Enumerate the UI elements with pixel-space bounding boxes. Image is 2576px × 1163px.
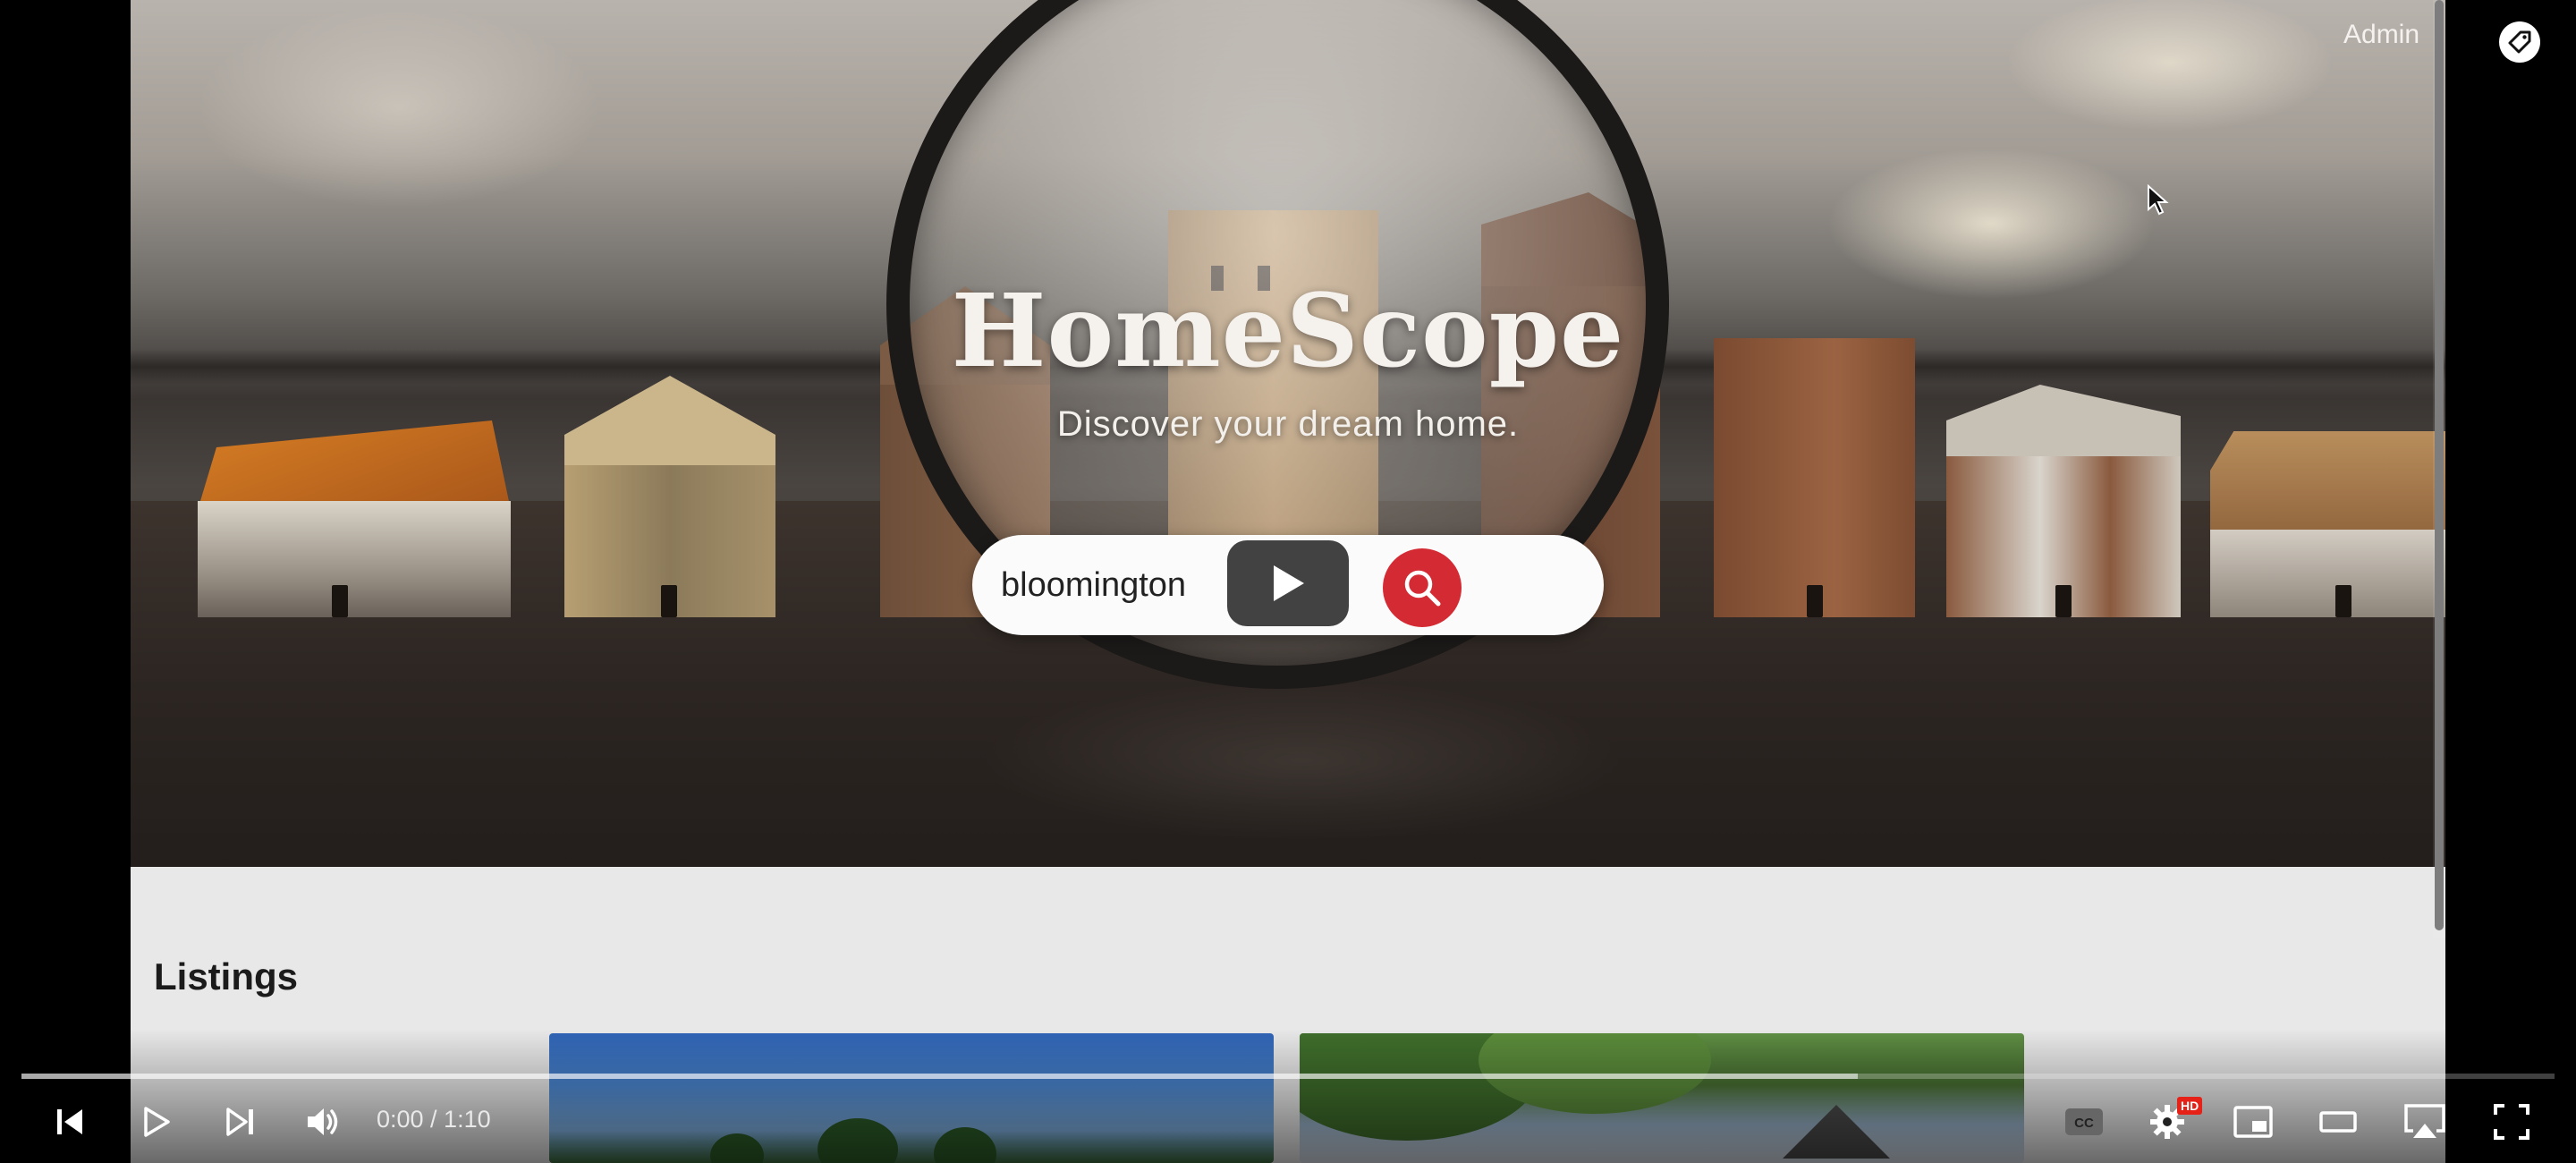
volume-icon xyxy=(308,1108,338,1135)
admin-link[interactable]: Admin xyxy=(2343,20,2419,50)
miniplayer-icon xyxy=(2233,1106,2273,1138)
airplay-button[interactable] xyxy=(2400,1097,2450,1147)
wooden-house-right-edge xyxy=(2210,431,2445,617)
search-icon xyxy=(1404,570,1441,607)
skip-previous-icon xyxy=(57,1109,82,1134)
mouse-cursor-icon xyxy=(2148,184,2169,216)
previous-button[interactable] xyxy=(45,1097,95,1147)
hd-badge: HD xyxy=(2177,1097,2203,1115)
listings-title: Listings xyxy=(154,955,299,997)
next-button[interactable] xyxy=(216,1097,266,1147)
mute-button[interactable] xyxy=(299,1097,349,1147)
svg-text:CC: CC xyxy=(2074,1116,2094,1131)
brand-title: HomeScope xyxy=(951,273,1625,390)
airplay-icon xyxy=(2404,1104,2445,1138)
tag-icon[interactable] xyxy=(2499,21,2540,63)
miniplayer-button[interactable] xyxy=(2228,1097,2278,1147)
brand-tagline: Discover your dream home. xyxy=(1056,404,1520,444)
play-button[interactable] xyxy=(131,1097,181,1147)
magnifier-handle xyxy=(741,0,1037,3)
lens-shadow xyxy=(980,680,1624,841)
fullscreen-button[interactable] xyxy=(2487,1097,2537,1147)
play-icon xyxy=(1274,565,1304,601)
search-input[interactable] xyxy=(1001,558,1448,612)
tag-icon-glyph xyxy=(2508,30,2531,54)
page-scrollbar-thumb[interactable] xyxy=(2435,0,2444,930)
theater-mode-icon xyxy=(2319,1111,2357,1133)
skip-next-icon xyxy=(226,1108,253,1136)
wooden-house-orange xyxy=(198,420,511,617)
search-button[interactable] xyxy=(1383,548,1462,627)
theater-mode-button[interactable] xyxy=(2313,1097,2363,1147)
captions-button[interactable]: CC xyxy=(2059,1097,2109,1147)
progress-buffered xyxy=(21,1074,1858,1079)
captions-icon: CC xyxy=(2065,1108,2103,1135)
fullscreen-icon xyxy=(2494,1104,2529,1140)
play-icon xyxy=(144,1107,170,1137)
big-play-button[interactable] xyxy=(1227,540,1349,626)
hero-banner: HomeScope Discover your dream home. xyxy=(131,0,2445,867)
time-display: 0:00 / 1:10 xyxy=(377,1106,491,1133)
